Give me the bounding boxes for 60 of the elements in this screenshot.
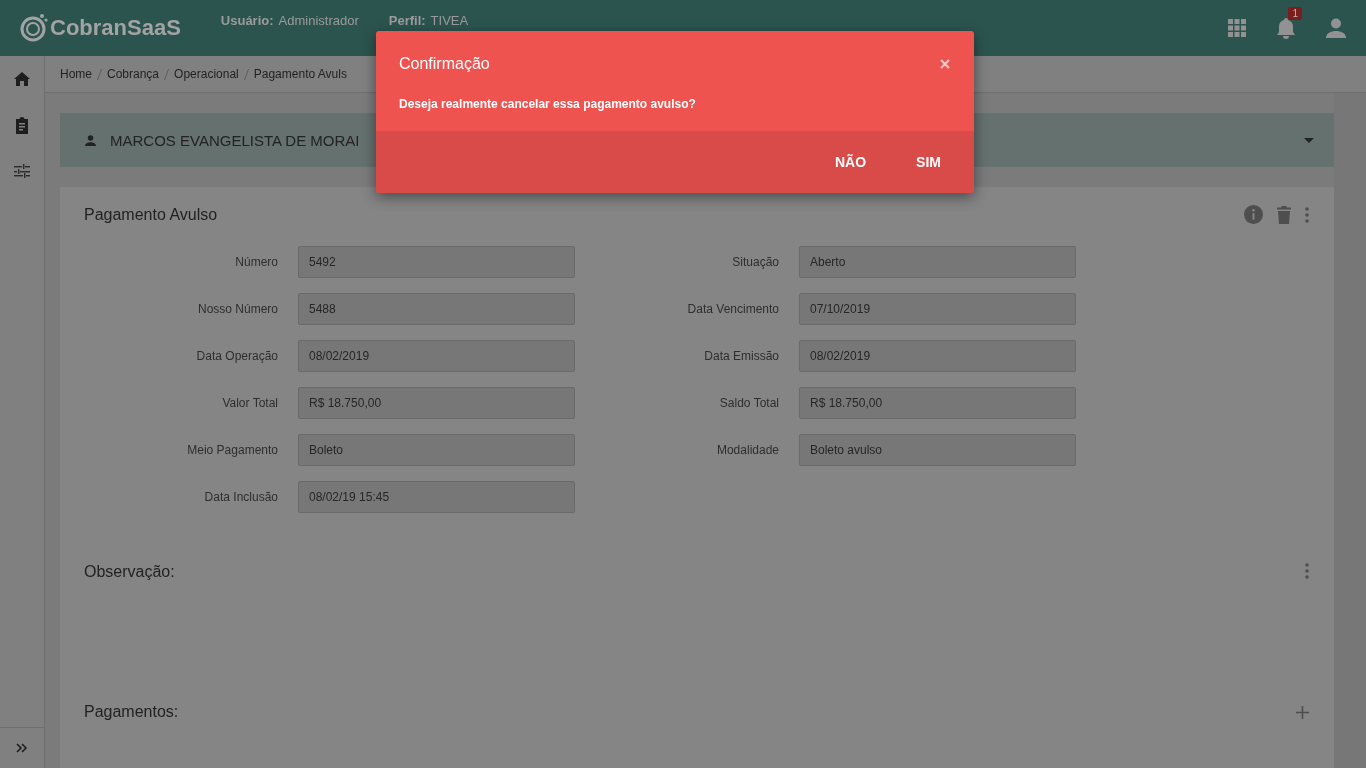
- dialog-title: Confirmação: [399, 55, 490, 73]
- breadcrumb-link[interactable]: Pagamento Avuls: [253, 67, 347, 81]
- user-name: Administrador: [278, 13, 359, 28]
- apps-grid-icon[interactable]: [1228, 19, 1246, 37]
- breadcrumb-link[interactable]: Cobrança: [107, 67, 160, 81]
- input-field[interactable]: 08/02/19 15:45: [298, 481, 575, 513]
- input-field[interactable]: 08/02/2019: [298, 340, 575, 372]
- user-icon[interactable]: [1326, 18, 1346, 38]
- bell-icon[interactable]: [1276, 17, 1296, 39]
- sliders-icon: [14, 164, 30, 178]
- dialog-message: Deseja realmente cancelar essa pagamento avulso?: [399, 97, 697, 111]
- field-label: Modalidade: [715, 443, 779, 457]
- field-label: Valor Total: [221, 396, 278, 410]
- section-title: Pagamentos:: [84, 703, 179, 721]
- scrollbar-track[interactable]: [1334, 93, 1366, 768]
- more-options-icon[interactable]: [1305, 206, 1309, 223]
- input-field[interactable]: 07/10/2019: [799, 293, 1076, 325]
- dialog-button[interactable]: NÃO: [818, 146, 884, 178]
- input-field[interactable]: 08/02/2019: [799, 340, 1076, 372]
- field-label: Meio Pagamento: [186, 443, 278, 457]
- slash-icon: [164, 68, 170, 80]
- input-field[interactable]: Boleto avulso: [799, 434, 1076, 466]
- profile-label: Perfil:: [388, 13, 426, 28]
- home-icon: [14, 72, 30, 86]
- app-logo: CobranSaaS: [50, 15, 181, 41]
- input-field[interactable]: Aberto: [799, 246, 1076, 278]
- profile-name: TIVEA: [430, 13, 469, 28]
- close-icon[interactable]: [940, 59, 950, 69]
- input-field[interactable]: R$ 18.750,00: [799, 387, 1076, 419]
- breadcrumb-link[interactable]: Operacional: [174, 67, 239, 81]
- field-label: Data Vencimento: [686, 302, 779, 316]
- input-field[interactable]: Boleto: [298, 434, 575, 466]
- clipboard-icon: [15, 116, 29, 134]
- field-label: Nosso Número: [196, 302, 278, 316]
- input-field[interactable]: 5488: [298, 293, 575, 325]
- double-chevron-icon: [16, 743, 28, 753]
- field-label: Situação: [731, 255, 779, 269]
- plus-icon[interactable]: [1296, 705, 1309, 719]
- card-title: Pagamento Avulso: [84, 205, 218, 224]
- more-options-icon[interactable]: [1305, 563, 1309, 579]
- person-icon: [85, 134, 96, 146]
- dialog-button[interactable]: SIM: [899, 146, 958, 178]
- input-field[interactable]: R$ 18.750,00: [298, 387, 575, 419]
- slash-icon: [243, 68, 249, 80]
- section-title: Observação:: [84, 563, 175, 581]
- info-icon[interactable]: [1244, 205, 1263, 224]
- field-label: Data Inclusão: [203, 490, 278, 504]
- slash-icon: [97, 68, 102, 80]
- notification-badge: 1: [1288, 7, 1302, 20]
- breadcrumb-link[interactable]: Home: [60, 67, 92, 81]
- user-label: Usuário:: [220, 13, 274, 28]
- field-label: Data Operação: [195, 349, 278, 363]
- customer-name: MARCOS EVANGELISTA DE MORAI: [110, 131, 360, 149]
- trash-icon[interactable]: [1277, 205, 1291, 224]
- field-label: Saldo Total: [718, 396, 779, 410]
- input-field[interactable]: 5492: [298, 246, 575, 278]
- dropdown-caret-icon[interactable]: [1304, 137, 1314, 143]
- field-label: Data Emissão: [703, 349, 779, 363]
- dollar-coin-icon: [20, 13, 48, 43]
- field-label: Número: [234, 255, 278, 269]
